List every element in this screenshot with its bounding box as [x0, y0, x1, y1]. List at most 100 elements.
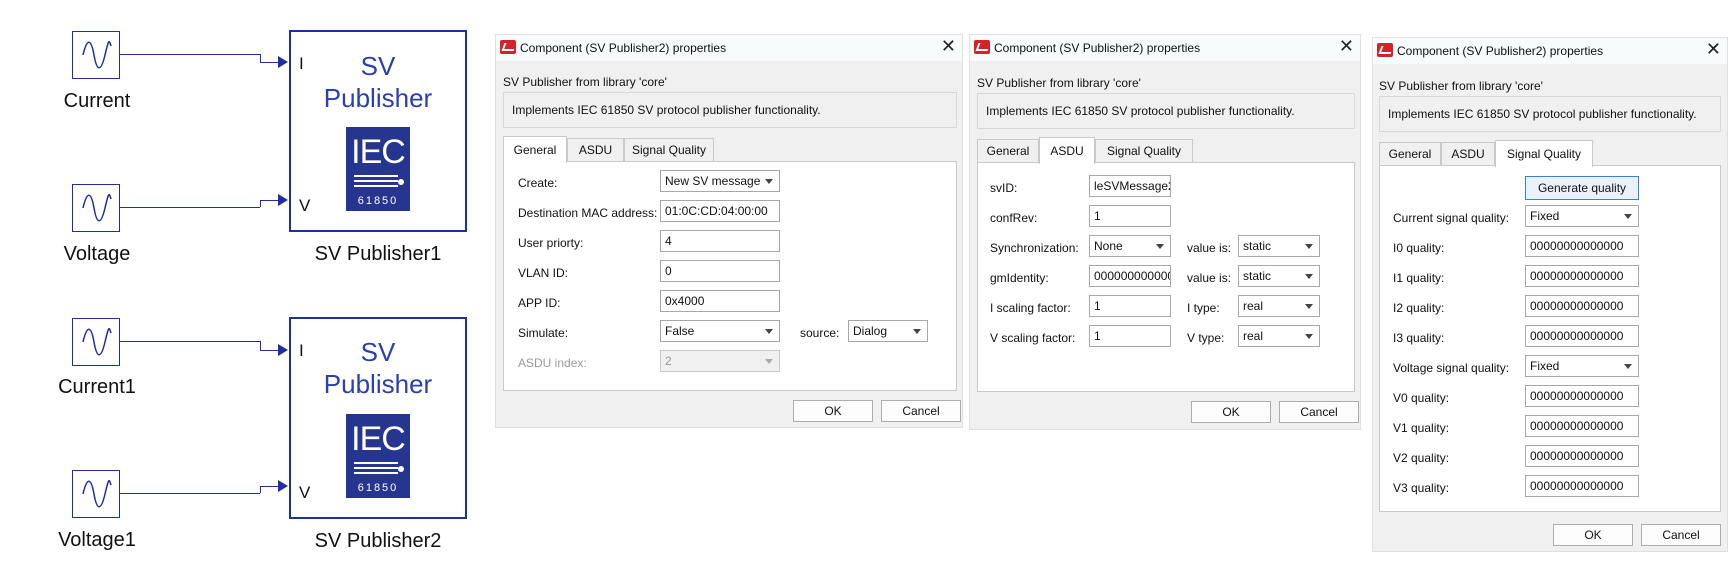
iec-logo-lines: [354, 462, 398, 477]
ok-button[interactable]: OK: [793, 400, 873, 422]
block-title-line2: Publisher: [323, 83, 433, 113]
ok-button[interactable]: OK: [1191, 401, 1271, 423]
iec-logo: IEC 61850: [346, 127, 410, 211]
i0-quality-input[interactable]: 00000000000000: [1525, 235, 1639, 257]
wire-current[interactable]: [120, 54, 260, 55]
svid-input[interactable]: leSVMessage2: [1089, 175, 1171, 197]
description-box: Implements IEC 61850 SV protocol publish…: [503, 92, 957, 128]
chevron-down-icon: [765, 179, 773, 184]
tab-general[interactable]: General: [977, 139, 1039, 162]
gm-valueis-select[interactable]: static: [1238, 265, 1320, 287]
i2-quality-input[interactable]: 00000000000000: [1525, 295, 1639, 317]
voltage-quality-select[interactable]: Fixed: [1525, 355, 1639, 377]
tab-asdu[interactable]: ASDU: [1039, 137, 1095, 164]
dialog-title-bar[interactable]: Component (SV Publisher2) properties ✕: [496, 35, 962, 61]
i-type-select[interactable]: real: [1238, 295, 1320, 317]
cancel-button[interactable]: Cancel: [881, 400, 961, 422]
sine-wave-icon: [82, 193, 112, 222]
arrow-head-icon: [278, 344, 288, 356]
app-logo-icon: [500, 40, 516, 54]
i3-quality-label: I3 quality:: [1393, 331, 1445, 345]
description-text: Implements IEC 61850 SV protocol publish…: [986, 104, 1295, 118]
v-type-select[interactable]: real: [1238, 325, 1320, 347]
appid-label: APP ID:: [518, 296, 561, 310]
properties-dialog-general: Component (SV Publisher2) properties ✕ S…: [495, 34, 963, 428]
wire-voltage[interactable]: [120, 207, 260, 208]
sine-wave-icon: [82, 40, 112, 69]
tab-asdu[interactable]: ASDU: [1441, 142, 1495, 165]
publisher-name-2: SV Publisher2: [314, 530, 442, 552]
cancel-button[interactable]: Cancel: [1279, 401, 1359, 423]
create-value: New SV message: [665, 174, 761, 188]
sv-publisher1-block[interactable]: SV Publisher I V IEC 61850: [289, 30, 467, 232]
chevron-down-icon: [765, 359, 773, 364]
tab-signal-quality[interactable]: Signal Quality: [624, 138, 714, 161]
sync-valueis-select[interactable]: static: [1238, 235, 1320, 257]
mac-address-input[interactable]: 01:0C:CD:04:00:00: [660, 200, 780, 222]
dialog-title: Component (SV Publisher2) properties: [520, 41, 727, 55]
source-label: source:: [800, 326, 840, 340]
app-id-input[interactable]: 0x4000: [660, 290, 780, 312]
tab-general[interactable]: General: [1379, 142, 1441, 165]
sine-source-current[interactable]: [72, 31, 120, 79]
v2-quality-input[interactable]: 00000000000000: [1525, 445, 1639, 467]
iec-logo-text: IEC: [351, 420, 406, 458]
chevron-down-icon: [1624, 364, 1632, 369]
chevron-down-icon: [1305, 274, 1313, 279]
v0-quality-input[interactable]: 00000000000000: [1525, 385, 1639, 407]
sv-publisher2-block[interactable]: SV Publisher I V IEC 61850: [289, 317, 467, 519]
dialog-title-bar[interactable]: Component (SV Publisher2) properties ✕: [1373, 38, 1727, 64]
publisher-name-1: SV Publisher1: [314, 243, 442, 265]
wire-voltage1[interactable]: [120, 493, 260, 494]
current-quality-value: Fixed: [1530, 209, 1560, 223]
properties-dialog-signal-quality: Component (SV Publisher2) properties ✕ S…: [1372, 37, 1728, 552]
arrow-head-icon: [278, 56, 288, 68]
cancel-button[interactable]: Cancel: [1641, 524, 1721, 546]
sine-source-current1[interactable]: [72, 318, 120, 366]
arrow-head-icon: [278, 194, 288, 206]
sine-source-voltage1[interactable]: [72, 470, 120, 518]
i-scaling-input[interactable]: 1: [1089, 295, 1171, 317]
simulate-select[interactable]: False: [660, 320, 780, 342]
generate-quality-button[interactable]: Generate quality: [1525, 176, 1639, 200]
library-label: SV Publisher from library 'core': [503, 75, 667, 89]
sync-select[interactable]: None: [1089, 235, 1171, 257]
priority-input[interactable]: 4: [660, 230, 780, 252]
mac-label: Destination MAC address:: [518, 206, 658, 220]
create-select[interactable]: New SV message: [660, 170, 780, 192]
tab-general[interactable]: General: [503, 136, 567, 163]
itype-label: I type:: [1187, 301, 1220, 315]
close-icon[interactable]: ✕: [941, 36, 956, 57]
wire-current1[interactable]: [120, 341, 260, 342]
description-box: Implements IEC 61850 SV protocol publish…: [977, 93, 1355, 129]
ok-button[interactable]: OK: [1553, 524, 1633, 546]
source-label-current1: Current1: [58, 376, 136, 398]
source-select[interactable]: Dialog: [848, 320, 928, 342]
gm-valueis-label: value is:: [1187, 271, 1232, 285]
chevron-down-icon: [913, 329, 921, 334]
tab-signal-quality[interactable]: Signal Quality: [1495, 140, 1593, 167]
iec-logo-number: 61850: [357, 482, 399, 494]
v-scaling-input[interactable]: 1: [1089, 325, 1171, 347]
sine-source-voltage[interactable]: [72, 184, 120, 232]
gm-identity-input[interactable]: 0000000000000: [1089, 265, 1171, 287]
vlan-id-input[interactable]: 0: [660, 260, 780, 282]
i1-quality-input[interactable]: 00000000000000: [1525, 265, 1639, 287]
tab-asdu[interactable]: ASDU: [567, 138, 624, 161]
chevron-down-icon: [765, 329, 773, 334]
priority-label: User priorty:: [518, 236, 584, 250]
v1-quality-input[interactable]: 00000000000000: [1525, 415, 1639, 437]
tab-panel-asdu: svID: leSVMessage2 confRev: 1 Synchroniz…: [977, 162, 1355, 392]
tab-signal-quality[interactable]: Signal Quality: [1095, 139, 1193, 162]
v3-quality-input[interactable]: 00000000000000: [1525, 475, 1639, 497]
i3-quality-input[interactable]: 00000000000000: [1525, 325, 1639, 347]
voltage-quality-label: Voltage signal quality:: [1393, 361, 1510, 375]
current-quality-select[interactable]: Fixed: [1525, 205, 1639, 227]
chevron-down-icon: [1624, 214, 1632, 219]
wire-voltage1-end: [260, 486, 278, 487]
close-icon[interactable]: ✕: [1706, 39, 1721, 60]
dialog-title-bar[interactable]: Component (SV Publisher2) properties ✕: [970, 35, 1360, 61]
close-icon[interactable]: ✕: [1339, 36, 1354, 57]
simulate-value: False: [665, 324, 695, 338]
confrev-input[interactable]: 1: [1089, 205, 1171, 227]
